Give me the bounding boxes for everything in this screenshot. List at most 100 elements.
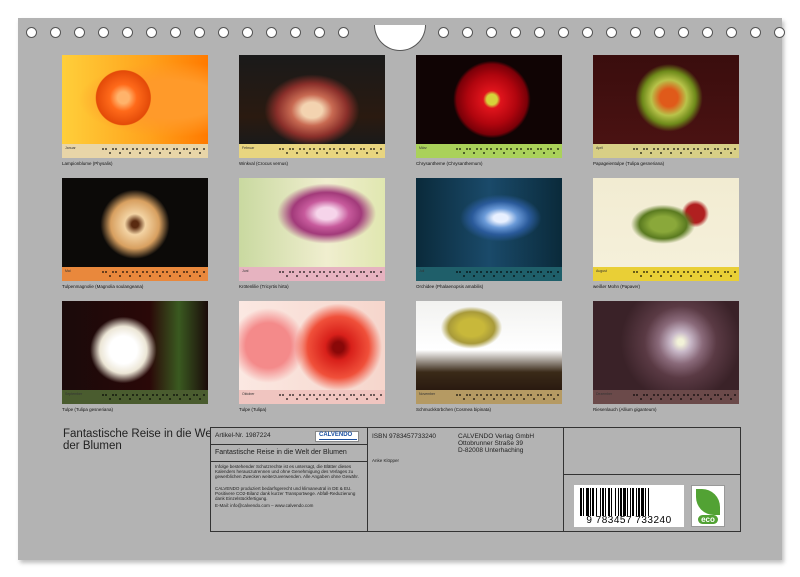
day-tick: [492, 152, 495, 154]
day-tick: [516, 271, 519, 273]
day-tick: [295, 275, 298, 277]
day-tick: [727, 394, 730, 396]
day-tick: [680, 275, 683, 277]
day-tick: [683, 148, 686, 150]
day-tick: [476, 271, 479, 273]
day-tick: [135, 148, 138, 150]
day-tick: [128, 152, 131, 154]
day-tick: [669, 152, 672, 154]
month-tile-june: Juni Krötenlilie (Tricyrtis hirta): [239, 178, 385, 289]
day-tick: [469, 394, 472, 396]
day-tick: [285, 152, 288, 154]
photo-caption: Tulpe (Tulipa gesneriana): [62, 407, 113, 412]
spiral-binding: [18, 25, 785, 51]
day-tick: [118, 275, 121, 277]
day-tick: [716, 148, 719, 150]
day-tick: [730, 152, 733, 154]
day-tick: [282, 148, 285, 150]
day-tick: [543, 152, 546, 154]
day-tick: [506, 148, 509, 150]
day-tick: [182, 271, 185, 273]
month-label: August: [596, 269, 607, 273]
day-tick: [720, 398, 723, 400]
binding-hole: [170, 27, 181, 38]
day-tick: [633, 394, 635, 396]
day-tick: [659, 398, 662, 400]
day-tick: [459, 148, 462, 150]
day-tick: [202, 394, 205, 396]
day-tick: [362, 148, 365, 150]
day-tick: [369, 148, 372, 150]
day-tick: [356, 275, 359, 277]
day-tick: [199, 152, 202, 154]
month-tile-july: Juli Orchidee (Phalaenopsis amabilis): [416, 178, 562, 289]
day-tick: [315, 275, 318, 277]
barcode-bar: [623, 488, 626, 516]
day-tick: [723, 271, 726, 273]
info-column-left: Artikel-Nr. 1987224 CALVENDO Fantastisch…: [211, 428, 368, 531]
day-tick: [285, 398, 288, 400]
day-tick: [509, 394, 512, 396]
day-tick: [302, 271, 305, 273]
day-tick: [546, 148, 549, 150]
photo-caption: Krötenlilie (Tricyrtis hirta): [239, 284, 289, 289]
day-tick: [105, 271, 108, 273]
binding-hole: [50, 27, 61, 38]
month-label: Januar: [65, 146, 76, 150]
month-tile-april: April Papageientulpe (Tulipa gesneriana): [593, 55, 739, 166]
day-tick: [108, 275, 111, 277]
day-tick: [539, 148, 542, 150]
day-tick: [346, 152, 349, 154]
day-tick: [302, 148, 305, 150]
day-tick: [356, 398, 359, 400]
day-tick: [282, 271, 285, 273]
month-label: September: [65, 392, 83, 396]
day-tick: [486, 271, 489, 273]
barcode-bar: [580, 488, 582, 516]
barcode-bar: [618, 488, 619, 516]
day-tick: [172, 148, 175, 150]
day-tick: [523, 398, 526, 400]
barcode-bar: [605, 488, 606, 516]
month-tile-february: Februar Winkval (Crocus vernus): [239, 55, 385, 166]
day-tick: [556, 148, 559, 150]
barcode-number: 9 783457 733240: [586, 515, 672, 526]
day-tick: [639, 398, 642, 400]
day-tick: [536, 271, 539, 273]
publisher-city: D-82008 Unterhaching: [458, 447, 524, 454]
day-tick: [182, 394, 185, 396]
day-tick: [312, 271, 315, 273]
binding-hole: [146, 27, 157, 38]
copyright-notice: Infolge bestehender Schutzrechte ist es …: [215, 464, 359, 480]
contact-email: E-Mail: info@calvendo.com – www.calvendo…: [215, 503, 314, 508]
calendar-subtitle: Fantastische Reise in die Welt der Blume…: [215, 449, 347, 456]
day-tick: [192, 394, 195, 396]
day-tick: [643, 394, 646, 396]
day-tick: [312, 148, 315, 150]
hanger-cutout: [374, 25, 426, 51]
day-tick: [673, 271, 676, 273]
day-tick: [713, 394, 716, 396]
day-tick: [723, 148, 726, 150]
day-tick: [539, 394, 542, 396]
day-tick: [700, 152, 703, 154]
day-tick: [149, 152, 152, 154]
photo-chrysanthemum: [416, 55, 562, 144]
day-tick: [279, 148, 281, 150]
eco-label: eco: [698, 515, 718, 524]
day-tick: [285, 275, 288, 277]
day-tick: [466, 148, 469, 150]
photo-magnolia: [62, 178, 208, 267]
month-label: Juli: [419, 269, 425, 273]
day-tick: [366, 275, 369, 277]
day-tick: [713, 271, 716, 273]
day-tick: [319, 148, 322, 150]
day-tick: [700, 275, 703, 277]
barcode-bar: [590, 488, 591, 516]
day-tick: [733, 394, 736, 396]
day-tick: [539, 271, 542, 273]
day-tick: [122, 148, 125, 150]
binding-hole: [510, 27, 521, 38]
day-tick: [503, 398, 506, 400]
day-tick: [319, 394, 322, 396]
